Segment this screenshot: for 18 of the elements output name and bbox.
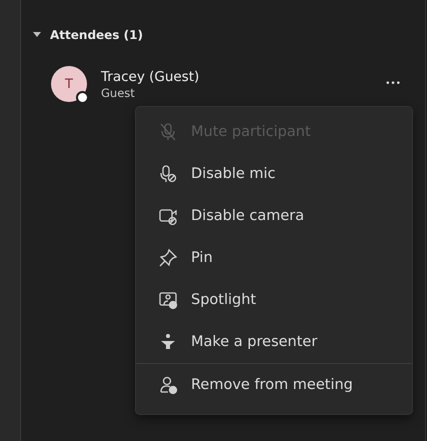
pin-icon (158, 248, 178, 268)
muted-mic-icon (158, 122, 178, 142)
section-title[interactable]: Attendees (1) (50, 28, 143, 42)
status-icon (76, 91, 89, 104)
menu-item[interactable]: Spotlight (136, 279, 412, 321)
avatar-initial: T (65, 76, 73, 92)
spotlight-icon (158, 290, 178, 310)
caret-icon[interactable] (33, 32, 41, 38)
attendee-role: Guest (101, 86, 136, 100)
menu-item[interactable]: Make a presenter (136, 321, 412, 363)
menu-item[interactable]: Disable camera (136, 195, 412, 237)
person-remove-icon (158, 375, 178, 395)
more-options-button[interactable]: ••• (381, 77, 405, 91)
menu-item[interactable]: Remove from meeting (136, 364, 412, 406)
menu-item[interactable]: Pin (136, 237, 412, 279)
mic-blocked-icon (158, 164, 178, 184)
menu-item[interactable]: Disable mic (136, 153, 412, 195)
attendee-name: Tracey (Guest) (101, 68, 200, 84)
